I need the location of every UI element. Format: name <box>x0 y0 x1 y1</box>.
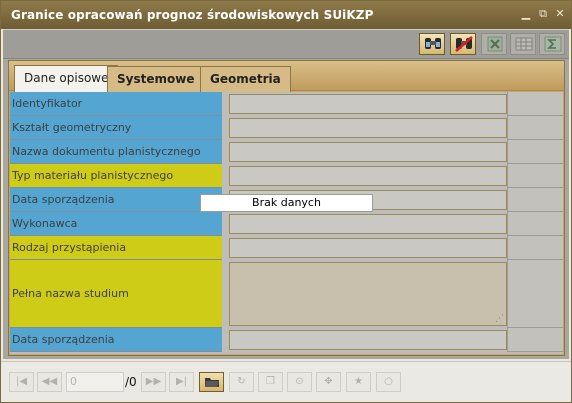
field-row: Pełna nazwa studium ⋰ <box>10 260 563 328</box>
last-icon: ▶| <box>175 376 188 387</box>
no-data-message: Brak danych <box>200 194 373 212</box>
row-tail <box>507 92 563 116</box>
next-icon: ▶▶ <box>145 376 162 387</box>
sum-button[interactable] <box>539 33 565 55</box>
field-value[interactable] <box>229 118 507 138</box>
tab-geometria[interactable]: Geometria <box>200 66 291 92</box>
title-bar[interactable]: Granice opracowań prognoz środowiskowych… <box>1 1 571 29</box>
move-icon: ✥ <box>324 376 333 387</box>
resize-grip-icon[interactable]: ⋰ <box>495 315 504 324</box>
field-label: Data sporządzenia <box>10 188 222 212</box>
star-icon: ★ <box>354 376 363 387</box>
field-label: Rodzaj przystąpienia <box>10 236 222 260</box>
binoculars-edit-icon <box>425 38 441 49</box>
row-tail <box>507 164 563 188</box>
page-number-input[interactable]: 0 <box>66 372 124 392</box>
prev-page-button[interactable]: ◀◀ <box>37 372 62 392</box>
field-value[interactable] <box>229 238 507 258</box>
folder-icon <box>204 378 219 387</box>
field-label: Wykonawca <box>10 212 222 236</box>
field-label: Data sporządzenia <box>10 328 222 352</box>
next-page-button[interactable]: ▶▶ <box>141 372 166 392</box>
field-value[interactable] <box>229 166 507 186</box>
field-label: Kształt geometryczny <box>10 116 222 140</box>
search-button[interactable]: ⊙ <box>287 372 312 392</box>
prev-icon: ◀◀ <box>41 376 58 387</box>
attribute-grid: Identyfikator Kształt geometryczny Nazwa… <box>10 92 563 354</box>
row-tail <box>507 212 563 236</box>
row-tail <box>507 188 563 212</box>
field-row: Kształt geometryczny <box>10 116 563 140</box>
field-row: Wykonawca <box>10 212 563 236</box>
row-tail <box>507 236 563 260</box>
field-row: Typ materiału planistycznego <box>10 164 563 188</box>
field-value[interactable] <box>229 142 507 162</box>
field-row: Identyfikator <box>10 92 563 116</box>
copy-icon: ❐ <box>266 376 275 387</box>
delete-record-button[interactable] <box>450 33 476 55</box>
last-page-button[interactable]: ▶| <box>169 372 194 392</box>
table-view-button[interactable] <box>510 33 536 55</box>
field-row: Data sporządzenia <box>10 328 563 352</box>
circle-icon: ○ <box>384 376 393 387</box>
export-excel-button[interactable] <box>481 33 507 55</box>
sigma-icon <box>544 36 562 52</box>
minimize-icon[interactable]: ▁ <box>519 7 533 21</box>
field-value[interactable] <box>229 214 507 234</box>
favorite-button[interactable]: ★ <box>346 372 371 392</box>
excel-icon <box>487 36 503 52</box>
row-tail <box>507 116 563 140</box>
page-total: /0 <box>125 375 137 389</box>
tab-dane-opisowe[interactable]: Dane opisowe <box>14 65 119 92</box>
row-tail <box>507 260 563 328</box>
field-label: Pełna nazwa studium <box>10 260 222 328</box>
field-value[interactable] <box>229 94 507 114</box>
tab-strip: Dane opisowe Systemowe Geometria <box>9 61 564 92</box>
field-label: Nazwa dokumentu planistycznego <box>10 140 222 164</box>
table-icon <box>515 37 533 51</box>
point-button[interactable]: ○ <box>376 372 401 392</box>
attribute-window: Granice opracowań prognoz środowiskowych… <box>0 0 572 403</box>
field-value[interactable] <box>229 330 507 350</box>
field-row: Rodzaj przystąpienia <box>10 236 563 260</box>
navigation-bar: |◀ ◀◀ 0 /0 ▶▶ ▶| ↻ ❐ ⊙ ✥ ★ ○ <box>1 361 571 402</box>
copy-button[interactable]: ❐ <box>258 372 283 392</box>
binoculars-delete-icon <box>455 36 473 52</box>
tab-systemowe[interactable]: Systemowe <box>107 66 205 92</box>
popout-icon[interactable]: ⧉ <box>536 7 550 21</box>
close-icon[interactable]: ✕ <box>553 7 567 21</box>
refresh-icon: ↻ <box>237 376 246 387</box>
search-icon: ⊙ <box>295 376 304 387</box>
row-tail <box>507 328 563 352</box>
row-tail <box>507 140 563 164</box>
first-icon: |◀ <box>15 376 28 387</box>
window-content: Dane opisowe Systemowe Geometria Identyf… <box>3 29 569 359</box>
field-textarea[interactable]: ⋰ <box>229 262 507 326</box>
edit-record-button[interactable] <box>419 33 445 55</box>
field-label: Typ materiału planistycznego <box>10 164 222 188</box>
field-row: Nazwa dokumentu planistycznego <box>10 140 563 164</box>
move-button[interactable]: ✥ <box>316 372 341 392</box>
toolbar <box>3 29 569 59</box>
refresh-button[interactable]: ↻ <box>229 372 254 392</box>
window-title: Granice opracowań prognoz środowiskowych… <box>11 8 374 22</box>
field-label: Identyfikator <box>10 92 222 116</box>
first-page-button[interactable]: |◀ <box>9 372 34 392</box>
open-folder-button[interactable] <box>199 372 224 392</box>
